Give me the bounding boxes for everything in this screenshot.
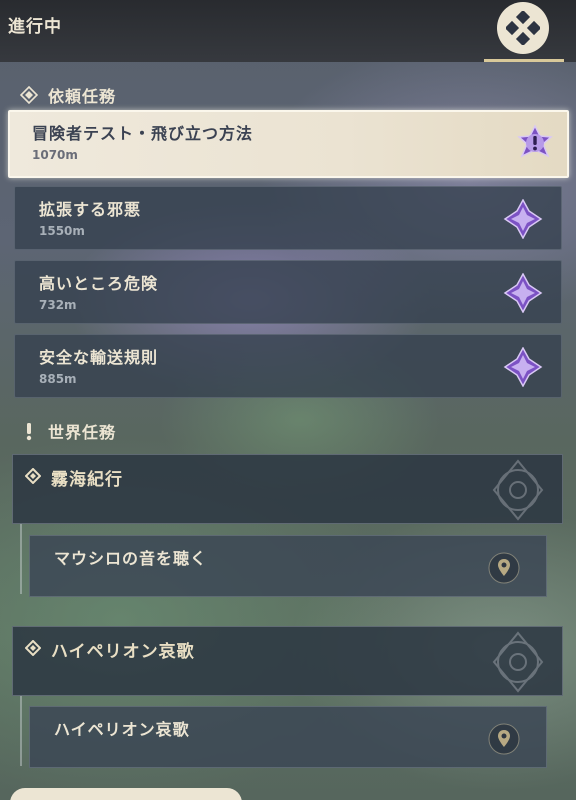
world-quests-label: 世界任務 [48,423,117,442]
quest-card-selected[interactable]: 冒険者テスト・飛び立つ方法 1070m [8,110,569,178]
quest-name: 拡張する邪悪 [39,200,142,219]
map-pin-icon[interactable] [488,723,520,755]
world-subquest-title: ハイペリオン哀歌 [54,720,190,739]
world-quests-header: 世界任務 [20,418,116,444]
world-quest-chain[interactable]: ハイペリオン哀歌 [12,626,563,696]
request-quest-diamond-icon [20,86,38,104]
in-progress-title: 進行中 [8,17,62,37]
chain-connector [20,696,22,766]
world-quest-chain-title: ハイペリオン哀歌 [51,642,195,662]
world-quest-chain-title: 霧海紀行 [51,470,123,490]
world-quest-diamond-icon [25,640,41,656]
quest-card[interactable]: 高いところ危険 732m [14,260,562,324]
world-subquest-card[interactable]: マウシロの音を聴く [29,535,547,597]
request-quests-header: 依頼任務 [20,82,116,108]
world-subquest-title: マウシロの音を聴く [54,549,208,568]
quest-distance: 1070m [32,148,78,162]
bottom-action-button[interactable] [10,788,242,800]
quest-card[interactable]: 拡張する邪悪 1550m [14,186,562,250]
quest-distance: 1550m [39,224,85,238]
map-pin-icon[interactable] [488,552,520,584]
quest-marker-star-icon [503,199,543,239]
world-subquest-card[interactable]: ハイペリオン哀歌 [29,706,547,768]
quest-distance: 732m [39,298,77,312]
quest-category-button[interactable] [497,2,549,54]
quest-marker-star-icon [503,347,543,387]
world-quest-chain[interactable]: 霧海紀行 [12,454,563,524]
exclamation-icon [26,423,32,441]
quest-name: 安全な輸送規則 [39,348,159,367]
top-bar: 進行中 [0,0,576,62]
quest-distance: 885m [39,372,77,386]
quest-category-icon [506,11,540,45]
quest-marker-exclamation-icon [517,124,553,158]
quest-name: 冒険者テスト・飛び立つ方法 [32,124,254,143]
request-quests-label: 依頼任務 [48,87,117,106]
active-tab-indicator [484,59,564,62]
quest-name: 高いところ危険 [39,274,159,293]
quest-marker-star-icon [503,273,543,313]
quest-card[interactable]: 安全な輸送規則 885m [14,334,562,398]
region-emblem-icon [492,631,544,693]
region-emblem-icon [492,459,544,521]
chain-connector [20,524,22,594]
world-quest-diamond-icon [25,468,41,484]
